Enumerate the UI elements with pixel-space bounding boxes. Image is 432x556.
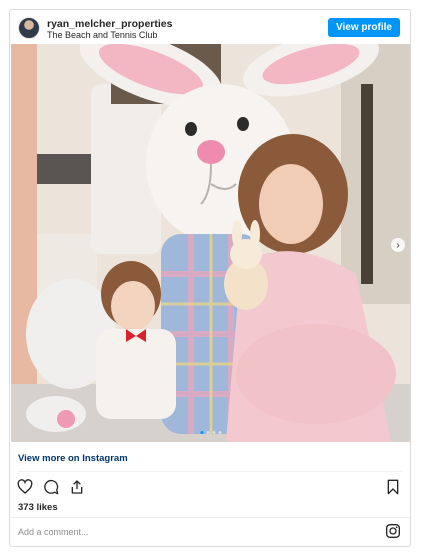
carousel-dot: [212, 431, 216, 434]
carousel-dot: [200, 431, 204, 434]
instagram-embed-card: ryan_melcher_properties The Beach and Te…: [9, 9, 411, 547]
avatar[interactable]: [18, 17, 40, 39]
instagram-icon[interactable]: [384, 522, 402, 540]
comment-icon[interactable]: [42, 478, 60, 496]
post-header: ryan_melcher_properties The Beach and Te…: [10, 10, 410, 44]
carousel-dots: [200, 431, 222, 434]
carousel-dot: [206, 431, 210, 434]
post-photo[interactable]: ›: [11, 44, 410, 442]
heart-icon[interactable]: [16, 478, 34, 496]
location[interactable]: The Beach and Tennis Club: [47, 30, 157, 40]
view-profile-button[interactable]: View profile: [328, 18, 400, 37]
action-bar: [16, 478, 86, 496]
photo-illustration: [11, 44, 410, 442]
view-more-link[interactable]: View more on Instagram: [18, 453, 128, 464]
divider: [10, 517, 410, 518]
comment-input[interactable]: [18, 524, 348, 540]
share-icon[interactable]: [68, 478, 86, 496]
username[interactable]: ryan_melcher_properties: [47, 18, 172, 30]
carousel-dot: [218, 431, 222, 434]
divider: [18, 471, 402, 472]
chevron-right-icon[interactable]: ›: [391, 238, 405, 252]
likes-count[interactable]: 373 likes: [18, 502, 58, 513]
bookmark-icon[interactable]: [384, 478, 402, 496]
